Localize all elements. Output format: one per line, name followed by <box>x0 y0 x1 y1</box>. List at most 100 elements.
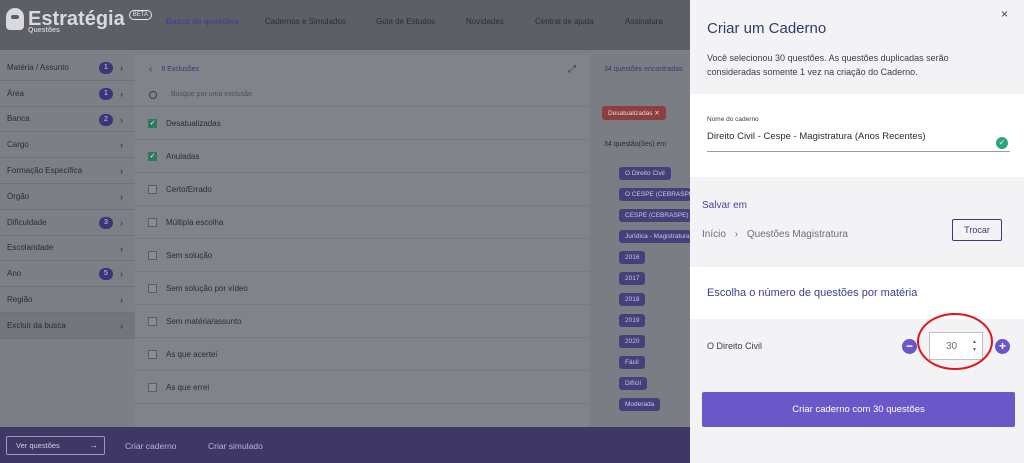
exclusion-search[interactable]: Busque por uma exclusão <box>135 83 590 107</box>
filter-tag[interactable]: 2020 <box>619 335 646 348</box>
filter-tag[interactable]: 2016 <box>619 251 646 264</box>
option-label: Sem solução por vídeo <box>166 283 248 293</box>
filter-tag-red[interactable]: Desatualizadas ✕ <box>602 106 666 120</box>
filter-tag[interactable]: Moderada <box>619 398 661 411</box>
chevron-right-icon: › <box>120 320 123 331</box>
count-badge: 2 <box>99 113 113 126</box>
exclusions-header[interactable]: ‹ 9 Exclusões <box>135 55 590 83</box>
sidebar-item-escolaridade[interactable]: Escolaridade › <box>0 236 135 262</box>
expand-icon[interactable]: ⤢ <box>568 64 576 75</box>
nav-cadernos[interactable]: Cadernos e Simulados <box>265 17 346 26</box>
checkbox-checked[interactable]: ✓ <box>148 118 157 128</box>
exclusion-option[interactable]: Certo/Errado <box>135 173 590 206</box>
sidebar-item-label: Área <box>7 88 24 98</box>
arrow-right-icon: → <box>89 440 98 450</box>
chevron-right-icon: › <box>120 191 123 202</box>
chevron-right-icon: › <box>120 243 123 254</box>
filter-tag[interactable]: Jurídica - Magistratura <box>619 230 691 243</box>
exclusion-option[interactable]: ✓ Desatualizadas <box>135 107 590 140</box>
checkbox[interactable] <box>148 217 157 227</box>
sidebar-item-dificuldade[interactable]: Dificuldade 3 › <box>0 210 135 236</box>
tag-label: Desatualizadas <box>608 110 653 117</box>
filter-tag[interactable]: 2018 <box>619 293 646 306</box>
filter-sidebar: Matéria / Assunto 1 › Área 1 › Banca 2 › Cargo… <box>0 55 135 339</box>
exclusion-option[interactable]: Sem solução <box>135 239 590 272</box>
create-notebook-button[interactable]: Criar caderno com 30 questões <box>702 392 1015 427</box>
notebook-name-input[interactable]: Direito Civil - Cespe - Magistratura (An… <box>707 131 926 142</box>
filter-tag[interactable]: Fácil <box>619 356 645 369</box>
checkbox-checked[interactable]: ✓ <box>148 151 157 161</box>
nav-busca[interactable]: Busca de questões <box>166 17 239 26</box>
choose-heading: Escolha o número de questões por matéria <box>707 287 918 299</box>
sidebar-item-banca[interactable]: Banca 2 › <box>0 107 135 133</box>
checkbox[interactable] <box>148 382 157 392</box>
filter-tag[interactable]: O CESPE (CEBRASPE) <box>619 188 691 201</box>
sidebar-item-cargo[interactable]: Cargo › <box>0 132 135 159</box>
sidebar-item-label: Região <box>7 295 33 305</box>
button-label: Ver questões <box>16 441 60 450</box>
nav-ajuda[interactable]: Central de ajuda <box>535 17 594 26</box>
count-badge: 5 <box>99 268 113 281</box>
view-questions-button[interactable]: Ver questões → <box>6 436 105 455</box>
decrement-button[interactable]: − <box>902 339 917 354</box>
checkbox[interactable] <box>148 184 157 194</box>
sidebar-item-formacao[interactable]: Formação Específica › <box>0 158 135 184</box>
change-folder-button[interactable]: Trocar <box>952 219 1002 241</box>
chevron-right-icon: › <box>120 88 123 99</box>
chevron-right-icon: › <box>734 229 739 240</box>
search-icon <box>149 90 157 99</box>
option-label: Certo/Errado <box>166 184 212 194</box>
exclusion-option[interactable]: As que acertei <box>135 338 590 371</box>
sidebar-item-area[interactable]: Área 1 › <box>0 81 135 107</box>
sidebar-item-ano[interactable]: Ano 5 › <box>0 261 135 288</box>
checkbox[interactable] <box>148 250 157 260</box>
beta-badge: BETA <box>128 10 152 20</box>
filter-tag[interactable]: 2017 <box>619 272 646 285</box>
nav-novidades[interactable]: Novidades <box>466 17 504 26</box>
count-badge: 3 <box>99 216 113 229</box>
brand-logo[interactable]: Estratégia BETA Questões <box>6 8 152 34</box>
exclusion-option[interactable]: Sem solução por vídeo <box>135 272 590 305</box>
brand-sub: Questões <box>28 27 60 34</box>
panel-description: Você selecionou 30 questões. As questões… <box>707 53 949 77</box>
bottom-action-bar: Ver questões → Criar caderno Criar simula… <box>0 427 690 463</box>
search-placeholder: Busque por uma exclusão <box>171 91 252 98</box>
nav-guia[interactable]: Guia de Estudos <box>376 17 435 26</box>
exclusion-option[interactable]: As que errei <box>135 371 590 404</box>
panel-title: Criar um Caderno <box>707 20 827 37</box>
input-underline <box>707 151 1010 152</box>
count-badge: 1 <box>99 62 113 74</box>
sidebar-item-label: Formação Específica <box>7 166 83 176</box>
create-notebook-link[interactable]: Criar caderno <box>125 441 177 451</box>
breadcrumb: Início › Questões Magistratura <box>702 229 848 240</box>
sidebar-item-excluir[interactable]: Excluir da busca › <box>0 312 135 339</box>
close-icon[interactable]: ✕ <box>654 110 659 117</box>
exclusion-option[interactable]: ✓ Anuladas <box>135 140 590 173</box>
nav-assinatura[interactable]: Assinatura <box>625 17 663 26</box>
option-label: As que errei <box>166 382 210 392</box>
close-icon[interactable]: × <box>1001 7 1008 21</box>
chevron-right-icon: › <box>120 140 123 151</box>
create-notebook-panel: × Criar um Caderno Você selecionou 30 qu… <box>690 0 1024 463</box>
chevron-left-icon[interactable]: ‹ <box>149 64 152 75</box>
option-label: As que acertei <box>166 349 218 359</box>
filter-tag[interactable]: O Direito Civil <box>619 167 671 180</box>
sidebar-item-label: Excluir da busca <box>7 320 66 330</box>
breadcrumb-root[interactable]: Início <box>702 229 726 240</box>
exclusion-option[interactable]: Múltipla escolha <box>135 206 590 239</box>
filter-tag[interactable]: CESPE (CEBRASPE) <box>619 209 691 222</box>
checkbox[interactable] <box>148 349 157 359</box>
exclusion-option[interactable]: Sem matéria/assunto <box>135 305 590 338</box>
filter-tag[interactable]: Difícil <box>619 377 647 390</box>
create-simulation-link[interactable]: Criar simulado <box>208 441 263 451</box>
sidebar-item-label: Cargo <box>7 140 29 150</box>
sidebar-item-regiao[interactable]: Região › <box>0 287 135 313</box>
sidebar-item-label: Ano <box>7 269 22 279</box>
sidebar-item-materia[interactable]: Matéria / Assunto 1 › <box>0 55 135 81</box>
sidebar-item-orgao[interactable]: Órgão › <box>0 184 135 210</box>
checkbox[interactable] <box>148 316 157 326</box>
increment-button[interactable]: + <box>995 339 1010 354</box>
checkbox[interactable] <box>148 283 157 293</box>
save-in-label: Salvar em <box>702 200 748 211</box>
filter-tag[interactable]: 2019 <box>619 314 646 327</box>
